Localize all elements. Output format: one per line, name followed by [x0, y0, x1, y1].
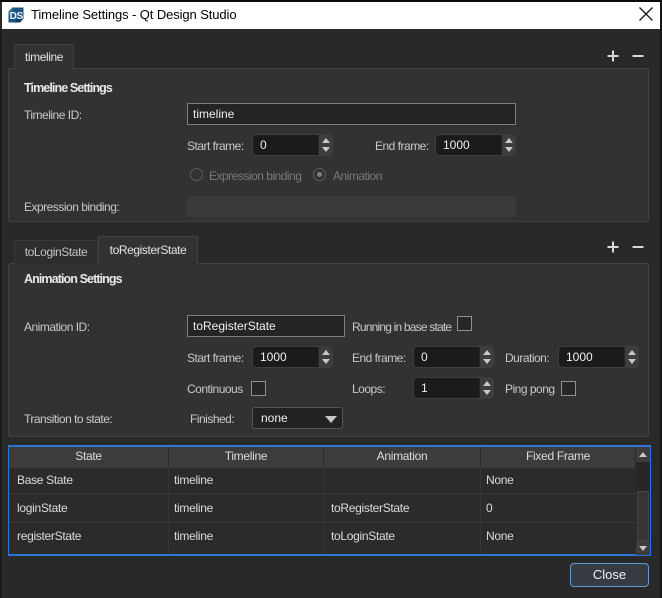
svg-text:DS: DS	[10, 11, 24, 22]
